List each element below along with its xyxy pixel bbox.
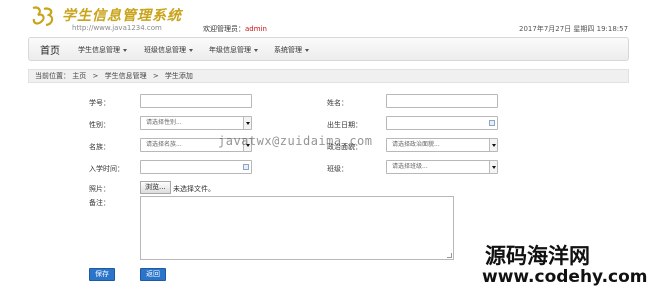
nav-item-label: 班级信息管理 <box>144 46 186 54</box>
nav-item-class-management[interactable]: 班级信息管理 <box>144 45 193 55</box>
student-no-label: 学号： <box>89 99 110 107</box>
breadcrumb: 当前位置： 主页 > 学生信息管理 > 学生添加 <box>28 69 629 83</box>
page: 学生信息管理系统 http://www.java1234.com 欢迎管理员：a… <box>0 0 650 297</box>
welcome-prefix: 欢迎管理员： <box>203 25 245 33</box>
browse-button[interactable]: 浏览... <box>140 181 171 194</box>
file-status: 未选择文件。 <box>173 185 215 193</box>
resize-grip-icon[interactable] <box>447 253 452 258</box>
breadcrumb-prefix: 当前位置： <box>35 72 70 80</box>
student-no-input[interactable] <box>140 94 252 108</box>
breadcrumb-item-home[interactable]: 主页 <box>72 72 86 80</box>
nav-home[interactable]: 首页 <box>40 42 60 57</box>
watermark-email: javatwx@zuidaima.com <box>218 134 373 148</box>
politics-select-text: 请选择政治面貌... <box>392 141 440 148</box>
logo-icon <box>32 6 54 27</box>
app-title: 学生信息管理系统 <box>62 8 182 24</box>
welcome-text: 欢迎管理员：admin <box>203 24 267 34</box>
chevron-down-icon <box>189 48 193 52</box>
chevron-down-icon <box>254 48 258 52</box>
politics-select[interactable]: 请选择政治面貌... <box>386 138 498 152</box>
breadcrumb-item-current: 学生添加 <box>164 72 193 80</box>
nav-item-grade-management[interactable]: 年级信息管理 <box>209 45 258 55</box>
name-input[interactable] <box>386 94 498 108</box>
username: admin <box>245 25 267 33</box>
watermark-site-url: www.codehy.com <box>482 267 648 287</box>
breadcrumb-item-student-management[interactable]: 学生信息管理 <box>105 72 147 80</box>
birthday-date-input[interactable] <box>386 116 498 130</box>
chevron-down-icon <box>305 48 309 52</box>
ethnicity-label: 名族： <box>89 143 110 151</box>
breadcrumb-separator: > <box>152 72 159 80</box>
chevron-down-icon[interactable] <box>489 139 497 151</box>
gender-select-text: 请选择性别... <box>146 119 182 126</box>
remark-textarea[interactable] <box>140 196 454 260</box>
birthday-label: 出生日期： <box>327 121 362 129</box>
calendar-icon[interactable] <box>243 164 249 170</box>
name-label: 姓名： <box>327 99 348 107</box>
back-button[interactable]: 返回 <box>140 268 166 281</box>
nav-item-student-management[interactable]: 学生信息管理 <box>78 45 127 55</box>
gender-select[interactable]: 请选择性别... <box>140 116 252 130</box>
chevron-down-icon[interactable] <box>489 161 497 173</box>
chevron-down-icon <box>123 48 127 52</box>
header: 学生信息管理系统 http://www.java1234.com 欢迎管理员：a… <box>0 0 650 36</box>
enroll-time-date-input[interactable] <box>140 160 252 174</box>
nav-item-label: 年级信息管理 <box>209 46 251 54</box>
ethnicity-select-text: 请选择名族... <box>146 141 182 148</box>
gender-label: 性别： <box>89 121 110 129</box>
enroll-time-label: 入学时间： <box>89 165 124 173</box>
datetime: 2017年7月27日 星期四 19:18:57 <box>519 25 629 33</box>
watermark-site-name: 源码海洋网 <box>485 244 590 268</box>
class-label: 班级： <box>327 165 348 173</box>
class-select-text: 请选择班级... <box>392 163 428 170</box>
nav-bar: 首页 学生信息管理 班级信息管理 年级信息管理 系统管理 <box>28 37 629 61</box>
nav-item-system-management[interactable]: 系统管理 <box>274 45 309 55</box>
calendar-icon[interactable] <box>489 120 495 126</box>
remark-label: 备注： <box>89 199 110 207</box>
class-select[interactable]: 请选择班级... <box>386 160 498 174</box>
app-url: http://www.java1234.com <box>72 24 162 32</box>
nav-item-label: 学生信息管理 <box>78 46 120 54</box>
save-button[interactable]: 保存 <box>89 268 115 281</box>
breadcrumb-separator: > <box>92 72 99 80</box>
photo-label: 照片： <box>89 185 110 193</box>
chevron-down-icon[interactable] <box>243 117 251 129</box>
nav-item-label: 系统管理 <box>274 46 302 54</box>
